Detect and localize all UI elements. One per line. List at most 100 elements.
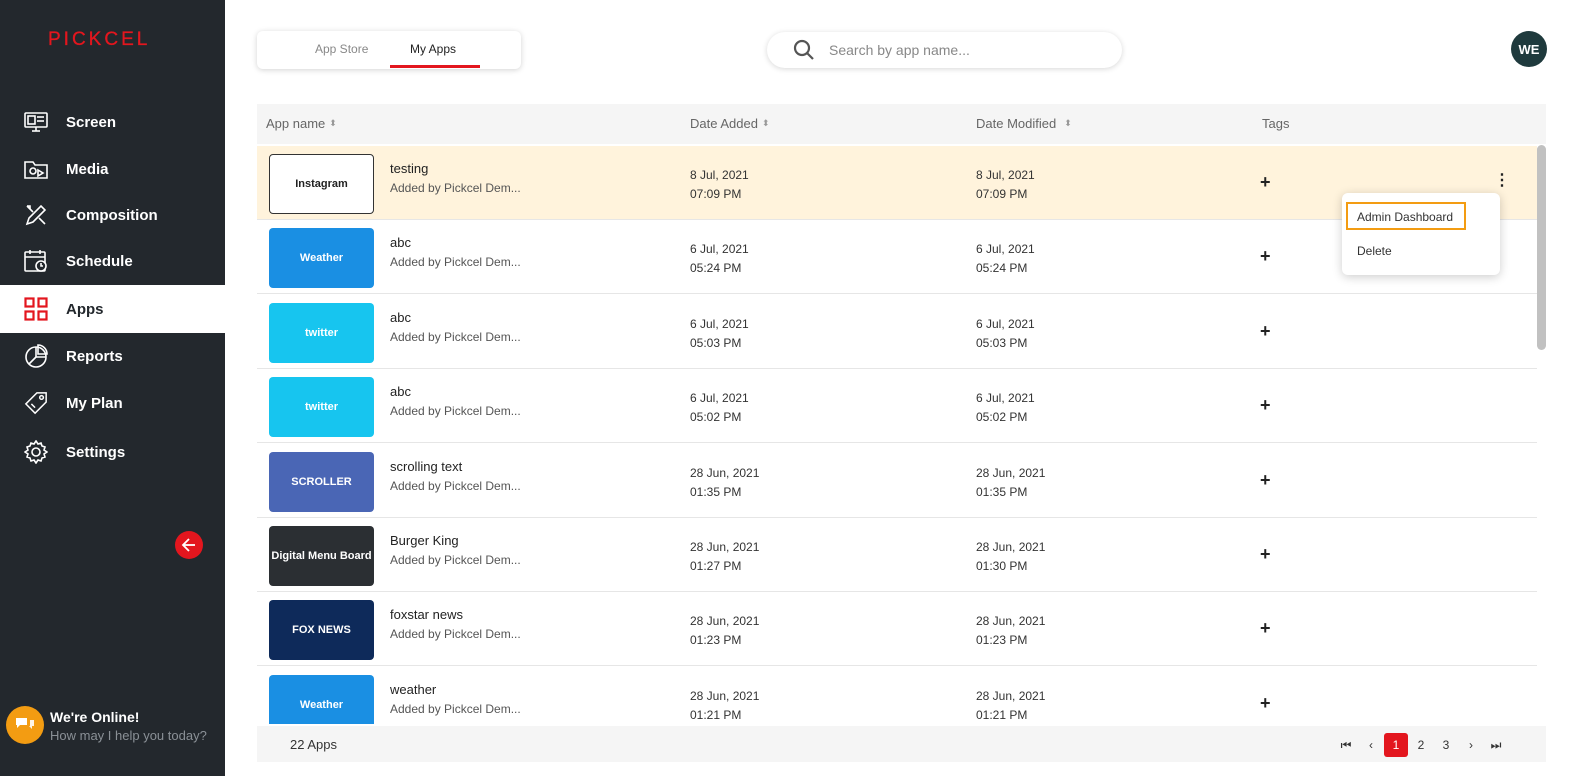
sort-icon: ⬍ <box>761 118 770 128</box>
date-modified: 6 Jul, 2021 05:02 PM <box>976 389 1035 427</box>
date-modified: 6 Jul, 2021 05:03 PM <box>976 315 1035 353</box>
date-added: 28 Jun, 2021 01:23 PM <box>690 612 759 650</box>
sidebar-item-screen[interactable]: Screen <box>0 98 225 146</box>
table-scrollbar[interactable] <box>1537 145 1546 350</box>
date-modified-time: 07:09 PM <box>976 187 1028 201</box>
date-modified-time: 05:02 PM <box>976 410 1028 425</box>
app-name[interactable]: abc <box>390 310 411 325</box>
table-row[interactable]: twitter abc Added by Pickcel Dem... 6 Jul, … <box>257 369 1537 444</box>
next-page-icon[interactable]: › <box>1459 733 1483 757</box>
date-added-day: 6 Jul, 2021 <box>690 391 749 406</box>
admin-dashboard-menu-item[interactable]: Admin Dashboard <box>1346 202 1466 230</box>
add-tag-icon[interactable]: + <box>1260 395 1271 416</box>
add-tag-icon[interactable]: + <box>1260 693 1271 714</box>
last-page-icon[interactable]: ⏭ <box>1484 733 1508 757</box>
table-row[interactable]: Weather weather Added by Pickcel Dem... 28 … <box>257 666 1537 724</box>
page-button-2[interactable]: 2 <box>1409 733 1433 757</box>
added-by: Added by Pickcel Dem... <box>390 404 521 419</box>
date-modified-day: 28 Jun, 2021 <box>976 688 1046 703</box>
table-row[interactable]: FOX NEWS foxstar news Added by Pickcel Dem… <box>257 592 1537 667</box>
delete-menu-item[interactable]: Delete <box>1357 244 1392 258</box>
app-thumbnail[interactable]: Digital Menu Board <box>269 526 374 586</box>
table-row[interactable]: Digital Menu Board Burger King Added by Pi… <box>257 518 1537 592</box>
app-name[interactable]: weather <box>390 682 436 697</box>
date-modified-day: 6 Jul, 2021 <box>976 391 1035 406</box>
pickcel-logo[interactable]: PICKCEL <box>48 28 168 50</box>
add-tag-icon[interactable]: + <box>1260 321 1271 342</box>
app-thumbnail[interactable]: SCROLLER <box>269 451 374 512</box>
live-chat-widget[interactable]: We're Online! How may I help you today? <box>6 706 207 744</box>
app-name[interactable]: abc <box>390 235 411 250</box>
date-added-day: 8 Jul, 2021 <box>690 168 749 182</box>
added-by: Added by Pickcel Dem... <box>390 627 521 642</box>
added-by: Added by Pickcel Dem... <box>390 181 521 195</box>
add-tag-icon[interactable]: + <box>1260 618 1271 639</box>
app-name[interactable]: testing <box>390 161 428 176</box>
app-thumbnail[interactable]: twitter <box>269 302 374 363</box>
header-label: Tags <box>1262 116 1290 131</box>
column-header-app-name[interactable]: App name ⬍ <box>266 116 337 131</box>
sidebar-item-media[interactable]: Media <box>0 145 225 193</box>
app-thumbnail-label: Weather <box>299 252 344 265</box>
date-modified-time: 01:30 PM <box>976 559 1028 573</box>
add-tag-icon[interactable]: + <box>1260 172 1271 193</box>
date-modified-day: 28 Jun, 2021 <box>976 540 1046 554</box>
tab-my-apps[interactable]: My Apps <box>410 42 456 56</box>
app-thumbnail[interactable]: Weather <box>269 228 374 289</box>
added-by: Added by Pickcel Dem... <box>390 255 521 270</box>
page-button-1[interactable]: 1 <box>1384 733 1408 757</box>
date-added-day: 6 Jul, 2021 <box>690 316 749 331</box>
table-row[interactable]: SCROLLER scrolling text Added by Pickcel D… <box>257 443 1537 518</box>
date-added-time: 01:23 PM <box>690 633 742 648</box>
date-added-time: 05:02 PM <box>690 410 742 425</box>
sidebar-item-label: Composition <box>66 206 158 224</box>
app-thumbnail-label: Weather <box>299 698 344 711</box>
app-name[interactable]: abc <box>390 384 411 399</box>
app-name[interactable]: Burger King <box>390 533 459 548</box>
page-button-3[interactable]: 3 <box>1434 733 1458 757</box>
sidebar-item-settings[interactable]: Settings <box>0 428 225 476</box>
date-modified: 28 Jun, 2021 01:23 PM <box>976 612 1045 650</box>
app-thumbnail[interactable]: twitter <box>269 377 374 438</box>
app-thumbnail[interactable]: FOX NEWS <box>269 600 374 661</box>
date-modified-time: 01:35 PM <box>976 484 1028 499</box>
app-name[interactable]: scrolling text <box>390 459 462 474</box>
composition-icon <box>24 203 48 227</box>
header-label: App name <box>266 116 326 131</box>
tab-app-store[interactable]: App Store <box>315 42 368 56</box>
date-added: 6 Jul, 2021 05:03 PM <box>690 315 749 353</box>
sidebar-item-composition[interactable]: Composition <box>0 191 225 239</box>
avatar[interactable]: WE <box>1511 31 1547 67</box>
table-row[interactable]: twitter abc Added by Pickcel Dem... 6 Jul, … <box>257 294 1537 369</box>
search-bar <box>767 32 1122 68</box>
add-tag-icon[interactable]: + <box>1260 246 1271 267</box>
date-added-time: 05:24 PM <box>690 261 742 276</box>
search-input[interactable] <box>829 42 1099 58</box>
sidebar-item-apps[interactable]: Apps <box>0 285 225 333</box>
app-thumbnail-label: FOX NEWS <box>292 624 351 637</box>
apps-tabs: App Store My Apps <box>257 31 521 69</box>
column-header-date-modified[interactable]: Date Modified ⬍ <box>976 116 1072 131</box>
media-folder-icon <box>24 157 48 181</box>
date-added-time: 01:21 PM <box>690 707 742 722</box>
sidebar-item-my-plan[interactable]: My Plan <box>0 379 225 427</box>
prev-page-icon[interactable]: ‹ <box>1359 733 1383 757</box>
arrow-left-icon <box>181 538 195 552</box>
column-header-tags: Tags <box>1262 116 1289 131</box>
sidebar-item-reports[interactable]: Reports <box>0 332 225 380</box>
screen-icon <box>24 110 48 134</box>
sidebar-item-schedule[interactable]: Schedule <box>0 237 225 285</box>
app-name[interactable]: foxstar news <box>390 607 463 622</box>
app-thumbnail[interactable]: Instagram <box>269 154 374 214</box>
add-tag-icon[interactable]: + <box>1260 544 1271 565</box>
first-page-icon[interactable]: ⏮ <box>1334 733 1358 757</box>
date-modified-day: 8 Jul, 2021 <box>976 168 1035 182</box>
column-header-date-added[interactable]: Date Added ⬍ <box>690 116 770 131</box>
gear-icon <box>24 440 48 464</box>
chat-title: We're Online! <box>50 709 140 725</box>
app-thumbnail[interactable]: Weather <box>269 674 374 724</box>
more-options-icon[interactable]: ⋮ <box>1494 170 1510 190</box>
date-added: 28 Jun, 2021 01:27 PM <box>690 538 759 576</box>
collapse-sidebar-button[interactable] <box>175 531 203 559</box>
add-tag-icon[interactable]: + <box>1260 470 1271 491</box>
